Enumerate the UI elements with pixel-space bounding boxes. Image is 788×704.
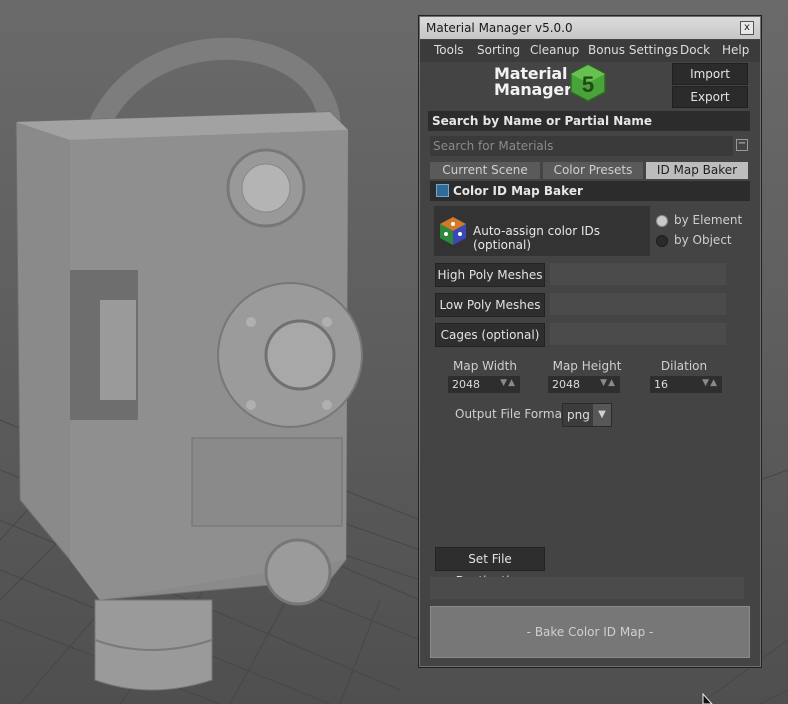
map-height-value: 2048 — [552, 378, 580, 391]
output-format-value: png — [567, 408, 590, 422]
logo-line2: Manager — [494, 80, 572, 99]
spin-arrows-icon[interactable]: ▼▲ — [702, 378, 718, 388]
mouse-cursor — [702, 692, 713, 704]
radio-by-element[interactable]: by Element — [656, 213, 746, 229]
menu-bonus-settings[interactable]: Bonus Settings — [588, 43, 678, 57]
baker-heading-label: Color ID Map Baker — [453, 184, 583, 198]
radio-dot — [656, 215, 668, 227]
menu-bar: Tools Sorting Cleanup Bonus Settings Doc… — [420, 40, 760, 62]
rgb-cube-icon — [440, 217, 466, 245]
tab-id-map-baker[interactable]: ID Map Baker — [646, 162, 748, 179]
menu-tools[interactable]: Tools — [434, 43, 464, 57]
set-file-destination-button[interactable]: Set File Destination — [435, 547, 545, 588]
dilation-value: 16 — [654, 378, 668, 391]
high-poly-field[interactable] — [550, 263, 726, 285]
map-height-label: Map Height — [552, 359, 622, 373]
side-wheel — [100, 300, 136, 400]
logo-badge-number: 5 — [582, 72, 594, 97]
export-button[interactable]: Export — [672, 86, 748, 108]
title-bar[interactable]: Material Manager v5.0.0 x — [420, 17, 760, 39]
map-width-spinbox[interactable]: 2048 ▼▲ — [448, 376, 520, 393]
file-destination-field[interactable] — [430, 577, 744, 599]
close-button[interactable]: x — [740, 21, 754, 35]
tab-current-scene[interactable]: Current Scene — [430, 162, 540, 179]
low-poly-meshes-button[interactable]: Low Poly Meshes — [435, 293, 545, 317]
menu-help[interactable]: Help — [722, 43, 749, 57]
auto-assign-button[interactable]: Auto-assign color IDs (optional) — [434, 206, 650, 256]
output-format-select[interactable]: png ▼ — [562, 403, 612, 427]
speaker-grill-bottom — [264, 538, 332, 606]
dilation-spinbox[interactable]: 16 ▼▲ — [650, 376, 722, 393]
baker-heading: Color ID Map Baker — [430, 181, 750, 201]
logo-badge-icon: 5 — [570, 64, 606, 102]
lower-panel — [191, 437, 343, 527]
search-input[interactable] — [430, 136, 733, 156]
speaker-mesh-top — [241, 163, 291, 213]
bake-color-id-map-button[interactable]: - Bake Color ID Map - — [430, 606, 750, 658]
menu-sorting[interactable]: Sorting — [477, 43, 520, 57]
auto-assign-label: Auto-assign color IDs (optional) — [473, 224, 601, 252]
dial-knob — [264, 319, 336, 391]
dilation-label: Dilation — [660, 359, 708, 373]
map-width-label: Map Width — [452, 359, 517, 373]
tab-color-presets[interactable]: Color Presets — [543, 162, 643, 179]
map-width-value: 2048 — [452, 378, 480, 391]
radio-label: by Object — [674, 233, 732, 247]
low-poly-field[interactable] — [550, 293, 726, 315]
screw — [246, 400, 256, 410]
screw — [246, 317, 256, 327]
radio-label: by Element — [674, 213, 743, 227]
radio-by-object[interactable]: by Object — [656, 233, 746, 249]
logo: Material Manager — [494, 66, 572, 98]
cages-field[interactable] — [550, 323, 726, 345]
import-button[interactable]: Import — [672, 63, 748, 85]
menu-dock[interactable]: Dock — [680, 43, 710, 57]
screw — [322, 400, 332, 410]
menu-cleanup[interactable]: Cleanup — [530, 43, 579, 57]
map-height-spinbox[interactable]: 2048 ▼▲ — [548, 376, 620, 393]
collapse-icon[interactable]: − — [736, 139, 748, 151]
color-swatch-icon — [436, 184, 449, 197]
high-poly-meshes-button[interactable]: High Poly Meshes — [435, 263, 545, 287]
output-format-label: Output File Format: — [455, 407, 571, 421]
chevron-down-icon: ▼ — [593, 404, 611, 426]
screw — [322, 317, 332, 327]
spin-arrows-icon[interactable]: ▼▲ — [600, 378, 616, 388]
window-title: Material Manager v5.0.0 — [426, 21, 573, 35]
search-heading: Search by Name or Partial Name — [428, 111, 750, 131]
spin-arrows-icon[interactable]: ▼▲ — [500, 378, 516, 388]
radio-dot — [656, 235, 668, 247]
cages-button[interactable]: Cages (optional) — [435, 323, 545, 347]
